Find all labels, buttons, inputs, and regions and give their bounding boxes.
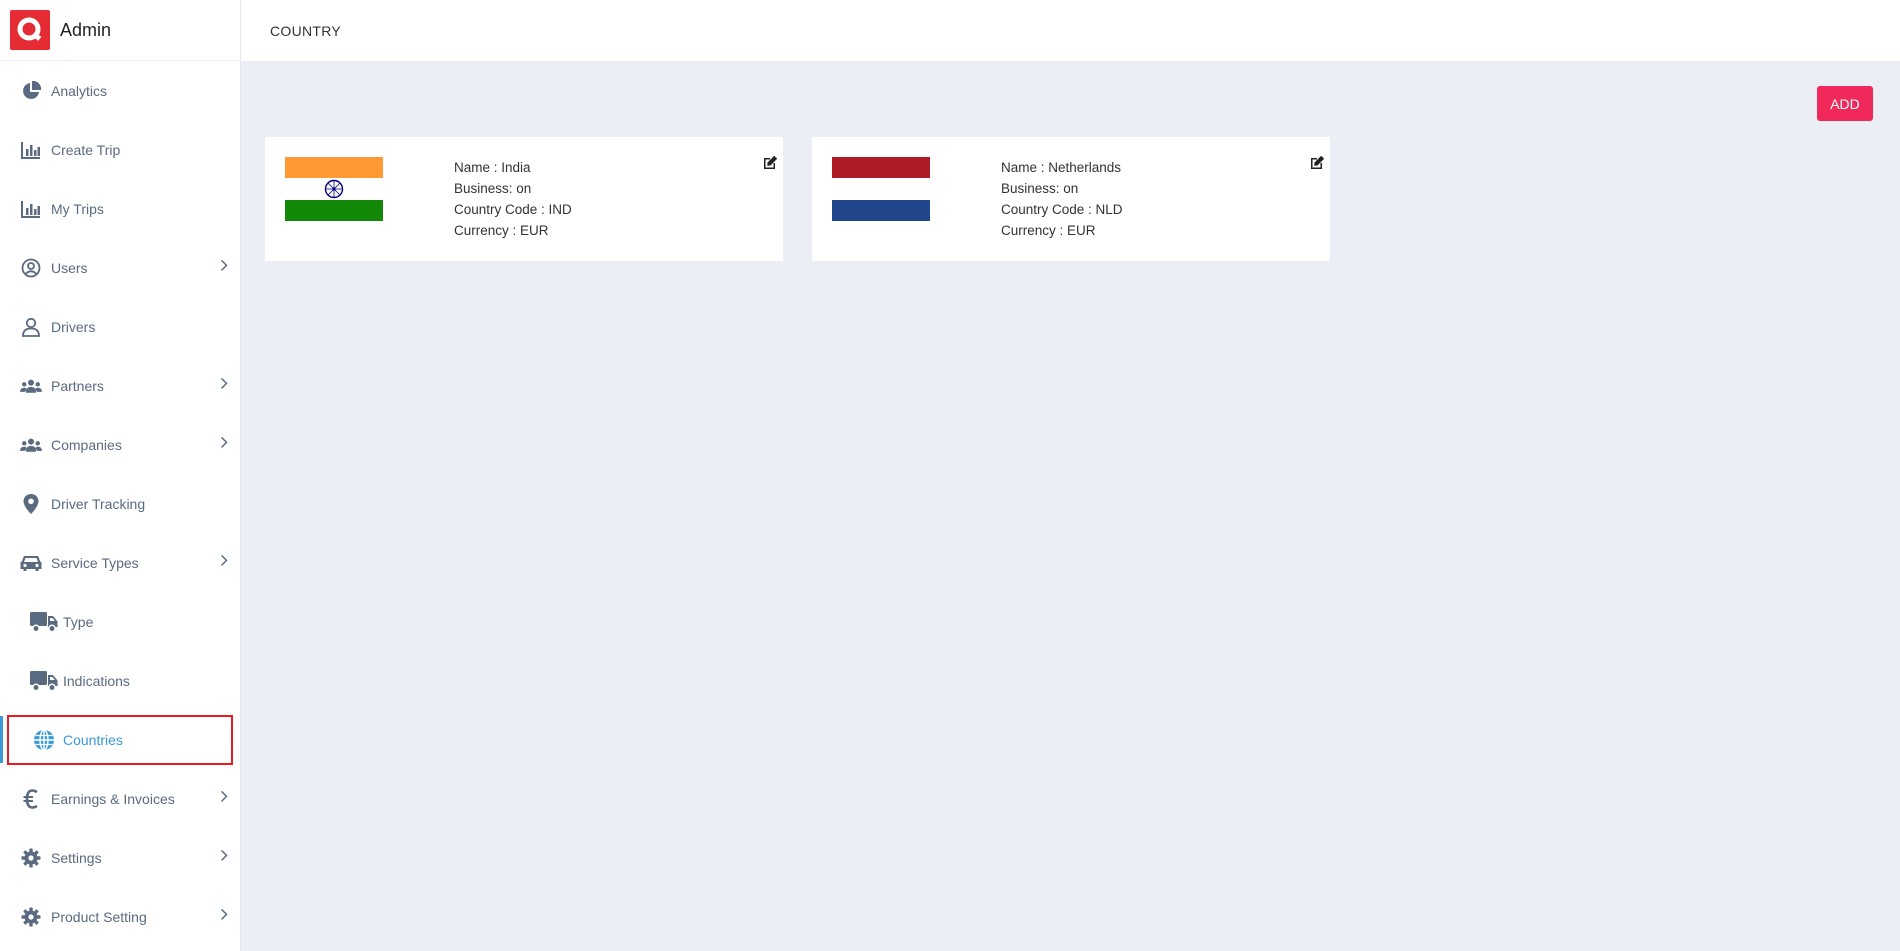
sidebar-nav: Analytics Create Trip My Trips Users Dri… — [0, 61, 240, 946]
sidebar-item-label: Settings — [51, 849, 102, 866]
users-icon — [20, 375, 42, 397]
country-card-india: Name : India Business: on Country Code :… — [265, 137, 783, 261]
netherlands-flag-icon — [832, 157, 930, 221]
country-info: Name : Netherlands Business: on Country … — [1001, 157, 1123, 241]
sidebar-item-label: Create Trip — [51, 141, 121, 158]
globe-icon — [30, 728, 58, 751]
sidebar-item-create-trip[interactable]: Create Trip — [0, 120, 240, 179]
sidebar-item-type[interactable]: Type — [0, 592, 240, 651]
chevron-right-icon — [220, 553, 228, 569]
sidebar-item-indications[interactable]: Indications — [0, 651, 240, 710]
country-info: Name : India Business: on Country Code :… — [454, 157, 572, 241]
sidebar-item-label: Earnings & Invoices — [51, 790, 175, 807]
chevron-right-icon — [220, 848, 228, 864]
sidebar-item-label: Driver Tracking — [51, 495, 146, 512]
sidebar-item-countries[interactable]: Countries — [0, 710, 240, 769]
users-icon — [20, 434, 42, 456]
country-code: Country Code : IND — [454, 202, 572, 217]
sidebar-item-my-trips[interactable]: My Trips — [0, 179, 240, 238]
chevron-right-icon — [220, 789, 228, 805]
car-icon — [20, 552, 42, 574]
user-circle-icon — [20, 257, 42, 279]
country-name: Name : Netherlands — [1001, 160, 1122, 175]
sidebar-item-label: Countries — [63, 731, 123, 748]
country-currency: Currency : EUR — [1001, 223, 1096, 238]
pie-chart-icon — [20, 80, 42, 102]
page-header: COUNTRY — [241, 0, 1900, 61]
country-code: Country Code : NLD — [1001, 202, 1123, 217]
page-title: COUNTRY — [270, 22, 342, 39]
sidebar-item-partners[interactable]: Partners — [0, 356, 240, 415]
sidebar-item-users[interactable]: Users — [0, 238, 240, 297]
sidebar-item-label: Service Types — [51, 554, 139, 571]
sidebar-item-label: Analytics — [51, 82, 108, 99]
sidebar-item-label: Users — [51, 259, 88, 276]
sidebar-item-service-types[interactable]: Service Types — [0, 533, 240, 592]
sidebar-item-driver-tracking[interactable]: Driver Tracking — [0, 474, 240, 533]
gear-icon — [20, 847, 42, 869]
sidebar-item-drivers[interactable]: Drivers — [0, 297, 240, 356]
country-business: Business: on — [1001, 181, 1079, 196]
sidebar-item-companies[interactable]: Companies — [0, 415, 240, 474]
sidebar-item-label: Companies — [51, 436, 122, 453]
sidebar-item-label: Indications — [63, 672, 130, 689]
bar-chart-icon — [20, 139, 42, 161]
chevron-right-icon — [220, 907, 228, 923]
country-business: Business: on — [454, 181, 532, 196]
brand-title: Admin — [60, 19, 112, 40]
sidebar-item-settings[interactable]: Settings — [0, 828, 240, 887]
brand: Admin — [0, 0, 240, 61]
truck-icon — [30, 611, 58, 633]
user-icon — [20, 316, 42, 338]
country-card-netherlands: Name : Netherlands Business: on Country … — [812, 137, 1330, 261]
sidebar-item-label: Drivers — [51, 318, 96, 335]
india-flag-icon — [285, 157, 383, 221]
sidebar-item-label: Product Setting — [51, 908, 147, 925]
chevron-right-icon — [220, 258, 228, 274]
brand-logo-icon[interactable] — [10, 10, 50, 50]
edit-icon[interactable] — [1309, 155, 1325, 171]
sidebar-item-product-setting[interactable]: Product Setting — [0, 887, 240, 946]
sidebar: Admin Analytics Create Trip My Trips Use… — [0, 0, 241, 951]
gear-icon — [20, 906, 42, 928]
sidebar-item-earnings-invoices[interactable]: Earnings & Invoices — [0, 769, 240, 828]
euro-icon — [20, 788, 42, 810]
chevron-right-icon — [220, 376, 228, 392]
country-currency: Currency : EUR — [454, 223, 549, 238]
sidebar-item-label: Partners — [51, 377, 104, 394]
add-country-button[interactable]: ADD — [1817, 86, 1873, 121]
sidebar-item-label: My Trips — [51, 200, 104, 217]
truck-icon — [30, 670, 58, 692]
sidebar-item-analytics[interactable]: Analytics — [0, 61, 240, 120]
bar-chart-icon — [20, 198, 42, 220]
map-pin-icon — [20, 493, 42, 515]
country-name: Name : India — [454, 160, 531, 175]
sidebar-item-label: Type — [63, 613, 94, 630]
edit-icon[interactable] — [762, 155, 778, 171]
chevron-right-icon — [220, 435, 228, 451]
